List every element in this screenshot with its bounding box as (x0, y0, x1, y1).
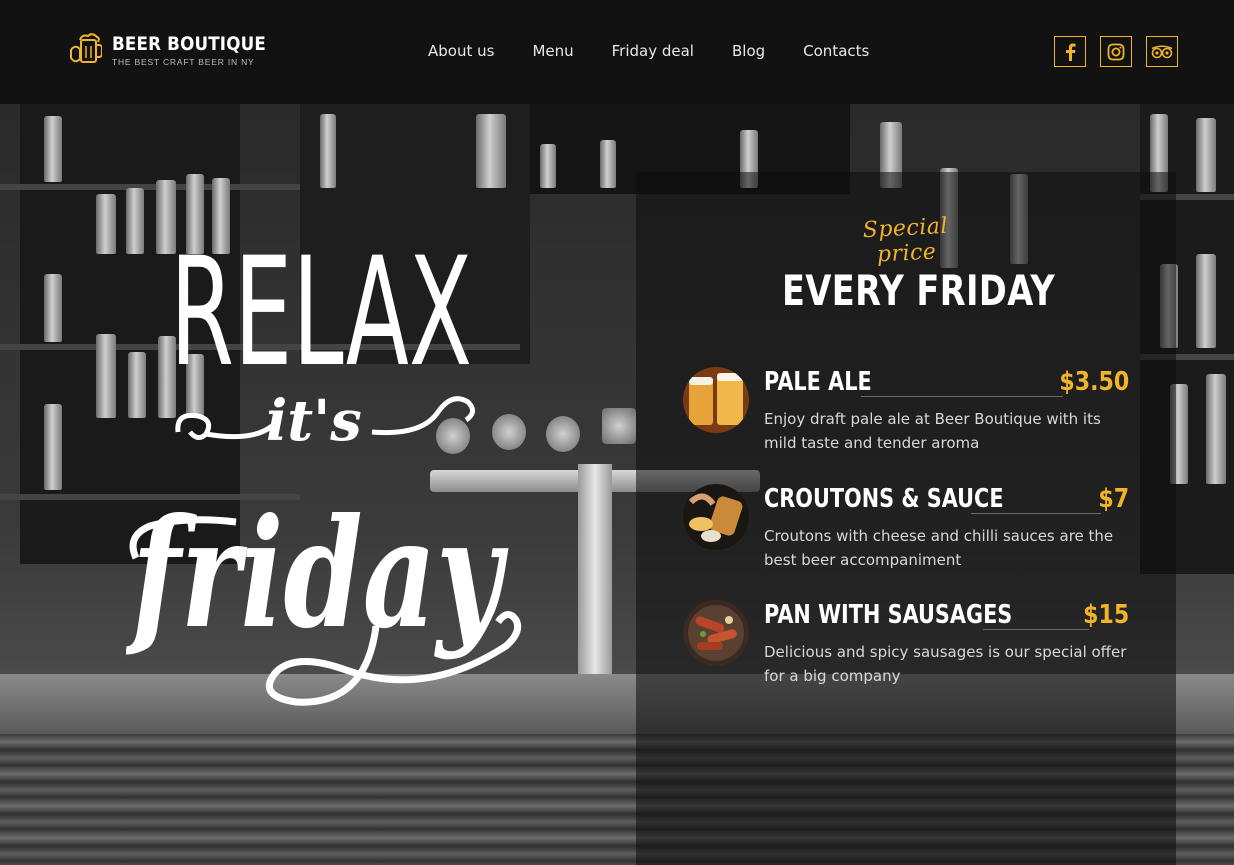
item-name: PALE ALE (764, 367, 872, 397)
item-description: Enjoy draft pale ale at Beer Boutique wi… (764, 410, 1101, 452)
pale-ale-image (683, 367, 749, 433)
brand-logo[interactable]: BEER BOUTIQUE THE BEST CRAFT BEER IN NY (68, 32, 287, 68)
headline-friday: friday (126, 486, 522, 706)
menu-item[interactable]: PALE ALE $3.50 Enjoy draft pale ale at B… (683, 367, 1129, 463)
headline-its: it's (175, 388, 475, 454)
main-nav: About us Menu Friday deal Blog Contacts (428, 42, 869, 60)
tripadvisor-icon (1151, 44, 1173, 58)
social-links (1054, 36, 1178, 67)
menu-item[interactable]: PAN WITH SAUSAGES $15 Delicious and spic… (683, 600, 1129, 696)
croutons-sauce-image (683, 484, 749, 550)
nav-about-us[interactable]: About us (428, 42, 494, 60)
item-name: PAN WITH SAUSAGES (764, 600, 1013, 630)
item-description: Delicious and spicy sausages is our spec… (764, 643, 1127, 685)
beer-mug-icon (70, 33, 102, 63)
item-price: $3.50 (1059, 367, 1129, 397)
item-description: Croutons with cheese and chilli sauces a… (764, 527, 1114, 569)
pan-sausages-image (683, 600, 749, 666)
menu-item[interactable]: CROUTONS & SAUCE $7 Croutons with cheese… (683, 484, 1129, 580)
tripadvisor-link[interactable] (1146, 36, 1178, 67)
nav-blog[interactable]: Blog (732, 42, 765, 60)
site-header: BEER BOUTIQUE THE BEST CRAFT BEER IN NY … (0, 0, 1234, 104)
facebook-icon (1066, 43, 1076, 61)
nav-friday-deal[interactable]: Friday deal (612, 42, 694, 60)
item-divider (983, 629, 1089, 630)
nav-menu[interactable]: Menu (532, 42, 573, 60)
item-divider (861, 396, 1063, 397)
svg-text:it's: it's (266, 388, 362, 454)
svg-text:RELAX: RELAX (170, 226, 472, 378)
svg-text:friday: friday (126, 486, 509, 662)
brand-name: BEER BOUTIQUE (112, 33, 266, 55)
brand-tagline: THE BEST CRAFT BEER IN NY (112, 57, 255, 67)
item-price: $15 (1082, 600, 1129, 630)
menu-title: EVERY FRIDAY (782, 266, 1056, 315)
item-name: CROUTONS & SAUCE (764, 484, 1004, 514)
item-price: $7 (1098, 484, 1129, 514)
nav-contacts[interactable]: Contacts (803, 42, 869, 60)
item-divider (971, 513, 1101, 514)
facebook-link[interactable] (1054, 36, 1086, 67)
instagram-link[interactable] (1100, 36, 1132, 67)
instagram-icon (1107, 43, 1125, 60)
headline-relax: RELAX (170, 226, 472, 378)
special-price-kicker: Special price (862, 213, 949, 268)
